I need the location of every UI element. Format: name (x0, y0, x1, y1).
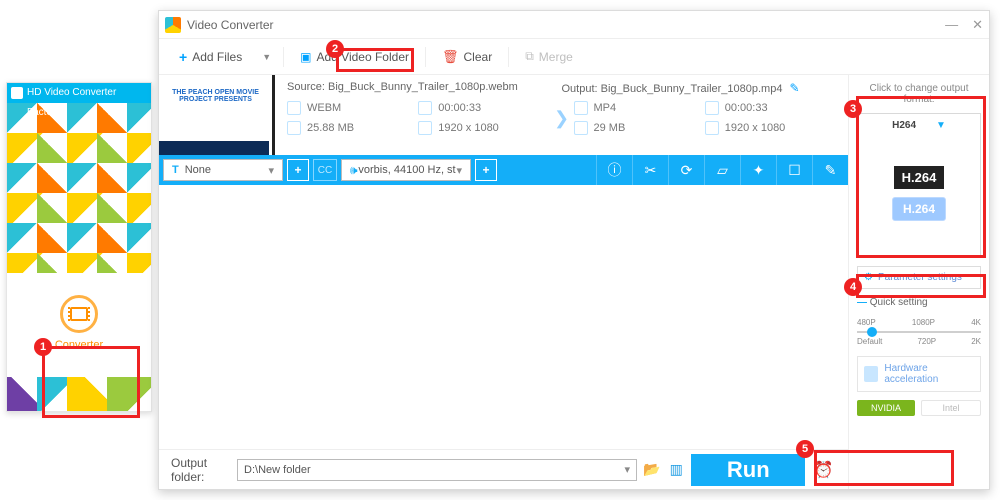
format-icon (574, 101, 588, 115)
codec-badge-blue: H.264 (892, 197, 946, 221)
parameter-settings-button[interactable]: ⚙ Parameter settings (857, 266, 981, 289)
rename-icon[interactable]: ✎ (790, 81, 800, 95)
open-folder-button[interactable]: ▥ (667, 459, 685, 481)
add-files-button[interactable]: + Add Files (169, 45, 252, 69)
hd-factory-art (7, 103, 151, 273)
annotation-badge-3: 3 (844, 100, 862, 118)
annotation-badge-1: 1 (34, 338, 52, 356)
source-label: Source: (287, 81, 325, 93)
rotate-icon[interactable]: ⟳ (668, 155, 704, 185)
effects-icon[interactable]: ✦ (740, 155, 776, 185)
browse-folder-button[interactable]: 📂 (643, 459, 661, 481)
edit-icon[interactable]: ✎ (812, 155, 848, 185)
output-folder-field[interactable]: D:\New folder▾ (237, 459, 637, 481)
audio-track-select[interactable]: 🕪 vorbis, 44100 Hz, st ▾ (341, 159, 471, 181)
subtitle-select[interactable]: T None ▾ (163, 159, 283, 181)
speaker-icon: 🕪 (350, 163, 358, 178)
cc-button[interactable]: CC (313, 159, 337, 181)
arrow-icon: ❯ (550, 101, 574, 135)
chevron-down-icon: ▼ (936, 120, 946, 131)
output-label: Output: (562, 83, 598, 95)
source-info: WEBM 00:00:33 25.88 MB 1920 x 1080 (287, 101, 550, 135)
app-logo-icon (165, 17, 181, 33)
add-files-dropdown[interactable]: ▼ (256, 52, 277, 62)
titlebar: Video Converter — ✕ (159, 11, 989, 39)
annotation-badge-5: 5 (796, 440, 814, 458)
video-item[interactable]: THE PEACH OPEN MOVIE PROJECT PRESENTS So… (159, 75, 848, 155)
hd-factory-window: HD Video Converter Factory Converter (6, 82, 152, 412)
clock-icon (418, 101, 432, 115)
source-filename: Big_Buck_Bunny_Trailer_1080p.webm (328, 81, 518, 93)
side-panel: Click to change output format: H264 ▼ H.… (849, 75, 989, 489)
add-folder-button[interactable]: ▣ Add Video Folder (290, 46, 419, 68)
nvidia-button[interactable]: NVIDIA (857, 400, 915, 416)
output-info: MP4 00:00:33 29 MB 1920 x 1080 (574, 101, 837, 135)
schedule-icon[interactable]: ⏰ (811, 460, 836, 480)
converter-tile-label: Converter (55, 339, 103, 351)
quick-setting-label: Quick setting (857, 297, 981, 308)
chip-icon (864, 366, 878, 382)
clock-icon (705, 101, 719, 115)
resolution-icon (705, 121, 719, 135)
output-format-chooser[interactable]: H264 ▼ H.264 H.264 (857, 113, 981, 258)
codec-badge-dark: H.264 (894, 166, 945, 189)
slider-knob[interactable] (867, 327, 877, 337)
run-button[interactable]: Run (691, 454, 805, 486)
clear-label: Clear (464, 50, 493, 64)
crop-icon[interactable]: ▱ (704, 155, 740, 185)
close-button[interactable]: ✕ (972, 17, 983, 33)
clear-button[interactable]: 🗑 Clear (432, 45, 502, 69)
format-name: H264 (892, 120, 916, 131)
annotation-badge-2: 2 (326, 40, 344, 58)
toolbar: + Add Files ▼ ▣ Add Video Folder 🗑 Clear… (159, 39, 989, 75)
resolution-icon (418, 121, 432, 135)
trim-icon[interactable]: ✂ (632, 155, 668, 185)
quick-setting-slider[interactable]: 480P1080P4K Default720P2K (857, 318, 981, 348)
add-files-label: Add Files (192, 50, 242, 64)
footer-bar: Output folder: D:\New folder▾ 📂 ▥ Run ⏰ (159, 449, 848, 489)
size-icon (287, 121, 301, 135)
film-icon (60, 295, 98, 333)
output-folder-label: Output folder: (171, 456, 231, 484)
minimize-button[interactable]: — (945, 17, 958, 33)
add-audio-button[interactable]: + (475, 159, 497, 181)
folder-icon: ▣ (300, 50, 311, 64)
annotation-badge-4: 4 (844, 278, 862, 296)
window-title: Video Converter (187, 18, 274, 32)
size-icon (574, 121, 588, 135)
hd-factory-title: HD Video Converter Factory (7, 83, 151, 103)
hardware-accel-toggle[interactable]: Hardware acceleration (857, 356, 981, 392)
merge-label: Merge (539, 50, 573, 64)
item-edit-bar: T None ▾ + CC 🕪 vorbis, 44100 Hz, st ▾ +… (159, 155, 848, 185)
info-icon[interactable]: ⓘ (596, 155, 632, 185)
video-converter-window: Video Converter — ✕ + Add Files ▼ ▣ Add … (158, 10, 990, 490)
watermark-icon[interactable]: ☐ (776, 155, 812, 185)
output-filename: Big_Buck_Bunny_Trailer_1080p.mp4 (601, 83, 783, 95)
video-thumbnail: THE PEACH OPEN MOVIE PROJECT PRESENTS (159, 75, 275, 155)
hd-factory-footer-art (7, 377, 151, 411)
merge-button[interactable]: ⧉ Merge (515, 45, 583, 68)
trash-icon: 🗑 (442, 49, 459, 65)
merge-icon: ⧉ (525, 49, 534, 64)
sliders-icon: ⚙ (864, 272, 873, 283)
add-subtitle-button[interactable]: + (287, 159, 309, 181)
video-list-area: THE PEACH OPEN MOVIE PROJECT PRESENTS So… (159, 75, 849, 489)
format-hint: Click to change output format: (857, 83, 981, 105)
intel-button[interactable]: Intel (921, 400, 981, 416)
plus-icon: + (179, 49, 187, 65)
format-icon (287, 101, 301, 115)
